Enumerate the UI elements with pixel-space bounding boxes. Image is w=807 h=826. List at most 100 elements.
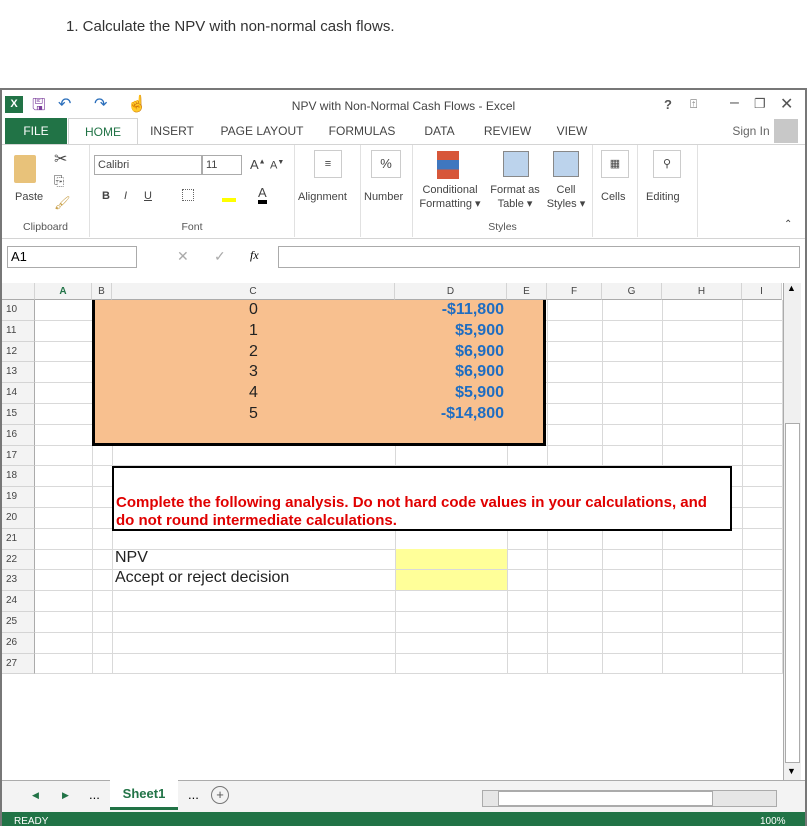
italic-button[interactable]: I (124, 190, 127, 202)
editing-group[interactable]: ⚲ Editing (638, 145, 698, 237)
more-sheets-right[interactable]: ... (188, 787, 199, 802)
number-group[interactable]: % Number (361, 145, 413, 237)
row-header[interactable]: 10 (2, 300, 35, 321)
collapse-ribbon-icon[interactable]: ⌃ (784, 219, 792, 230)
tab-data[interactable]: DATA (417, 118, 462, 144)
increase-font-icon[interactable]: A▲ (250, 157, 266, 172)
number-button[interactable]: Number (364, 191, 403, 203)
paste-button[interactable]: Paste (15, 191, 43, 203)
cells-button[interactable]: Cells (601, 191, 625, 203)
zoom-level[interactable]: 100% (760, 816, 786, 826)
tab-home[interactable]: HOME (68, 118, 138, 144)
cancel-icon[interactable]: ✕ (177, 248, 189, 265)
npv-input-cell[interactable] (396, 549, 507, 569)
column-header-i[interactable]: I (742, 283, 782, 300)
row-header[interactable]: 22 (2, 549, 35, 571)
tab-formulas[interactable]: FORMULAS (322, 118, 402, 144)
insert-function-icon[interactable]: fx (250, 248, 259, 263)
column-header-d[interactable]: D (395, 283, 507, 300)
row-header[interactable]: 12 (2, 341, 35, 363)
decrease-font-icon[interactable]: A▼ (270, 159, 284, 172)
fill-color-icon[interactable] (222, 186, 236, 202)
horizontal-scrollbar[interactable] (482, 790, 777, 807)
restore-button[interactable]: ❐ (754, 96, 766, 112)
worksheet-grid[interactable]: A B C D E F G H I 10 11 12 13 14 15 16 17 18 19 20… (2, 283, 805, 783)
row-header[interactable]: 24 (2, 591, 35, 612)
row-header[interactable]: 20 (2, 508, 35, 529)
column-header-b[interactable]: B (92, 283, 112, 300)
row-header[interactable]: 27 (2, 653, 35, 675)
row-header[interactable]: 18 (2, 466, 35, 488)
row-header[interactable]: 21 (2, 528, 35, 550)
name-box[interactable]: A1 (7, 246, 137, 268)
formula-input[interactable] (278, 246, 800, 268)
copy-icon[interactable]: ⎘ (54, 173, 64, 189)
cash-flow-cell[interactable]: -$14,800 (395, 405, 504, 423)
row-header[interactable]: 19 (2, 487, 35, 508)
column-header-h[interactable]: H (662, 283, 742, 300)
minimize-button[interactable]: – (730, 94, 739, 112)
scroll-thumb[interactable] (785, 423, 800, 763)
font-name-select[interactable]: Calibri (94, 155, 202, 175)
font-color-icon[interactable]: A (258, 185, 267, 204)
cash-flow-cell[interactable]: $5,900 (395, 322, 504, 340)
borders-icon[interactable] (182, 189, 194, 201)
prev-sheet-icon[interactable]: ◀ (32, 790, 39, 801)
format-as-table-button[interactable]: Format as Table ▾ (487, 183, 543, 211)
cells-group[interactable]: ▦ Cells (593, 145, 638, 237)
vertical-scrollbar[interactable]: ▲ ▼ (783, 283, 801, 780)
row-header[interactable]: 14 (2, 383, 35, 404)
close-button[interactable]: ✕ (780, 94, 793, 114)
tab-view[interactable]: VIEW (552, 118, 592, 144)
alignment-button[interactable]: Alignment (298, 191, 347, 203)
cash-flow-cell[interactable]: $6,900 (395, 363, 504, 381)
row-header[interactable]: 17 (2, 445, 35, 467)
column-header-c[interactable]: C (112, 283, 395, 300)
column-header-e[interactable]: E (507, 283, 547, 300)
conditional-formatting-button[interactable]: Conditional Formatting ▾ (415, 183, 485, 211)
next-sheet-icon[interactable]: ▶ (62, 790, 69, 801)
year-cell[interactable]: 0 (112, 301, 395, 319)
more-sheets-left[interactable]: ... (89, 787, 100, 802)
year-cell[interactable]: 2 (112, 343, 395, 361)
tab-review[interactable]: REVIEW (480, 118, 535, 144)
year-cell[interactable]: 4 (112, 384, 395, 402)
row-header[interactable]: 25 (2, 612, 35, 633)
column-header-a[interactable]: A (35, 283, 92, 300)
cash-flow-cell[interactable]: -$11,800 (395, 301, 504, 319)
cash-flow-cell[interactable]: $5,900 (395, 384, 504, 402)
row-header[interactable]: 11 (2, 320, 35, 342)
cut-icon[interactable]: ✂ (54, 149, 67, 169)
row-header[interactable]: 16 (2, 424, 35, 446)
row-header[interactable]: 13 (2, 362, 35, 384)
help-button[interactable]: ? (664, 97, 672, 112)
scroll-up-icon[interactable]: ▲ (787, 283, 796, 293)
row-header[interactable]: 26 (2, 632, 35, 654)
cell-styles-button[interactable]: Cell Styles ▾ (543, 183, 589, 211)
editing-button[interactable]: Editing (646, 191, 680, 203)
year-cell[interactable]: 5 (112, 405, 395, 423)
bold-button[interactable]: B (102, 190, 110, 202)
row-header[interactable]: 15 (2, 404, 35, 425)
paste-icon[interactable] (14, 155, 36, 183)
column-header-f[interactable]: F (547, 283, 602, 300)
year-cell[interactable]: 1 (112, 322, 395, 340)
user-avatar-icon[interactable] (774, 119, 798, 143)
alignment-group[interactable]: ≡ Alignment (295, 145, 361, 237)
year-cell[interactable]: 3 (112, 363, 395, 381)
decision-input-cell[interactable] (396, 570, 507, 590)
add-sheet-icon[interactable]: + (211, 786, 229, 804)
scroll-down-icon[interactable]: ▼ (787, 766, 796, 776)
ribbon-display-icon[interactable]: ⍐ (690, 97, 697, 112)
cash-flow-cell[interactable]: $6,900 (395, 343, 504, 361)
column-header-g[interactable]: G (602, 283, 662, 300)
tab-file[interactable]: FILE (5, 118, 67, 144)
tab-insert[interactable]: INSERT (142, 118, 202, 144)
tab-page-layout[interactable]: PAGE LAYOUT (217, 118, 307, 144)
select-all[interactable] (2, 283, 35, 300)
enter-icon[interactable]: ✓ (214, 248, 226, 265)
sign-in-link[interactable]: Sign In (730, 118, 772, 144)
h-scroll-thumb[interactable] (498, 791, 713, 806)
row-header[interactable]: 23 (2, 570, 35, 592)
underline-button[interactable]: U (144, 190, 152, 202)
